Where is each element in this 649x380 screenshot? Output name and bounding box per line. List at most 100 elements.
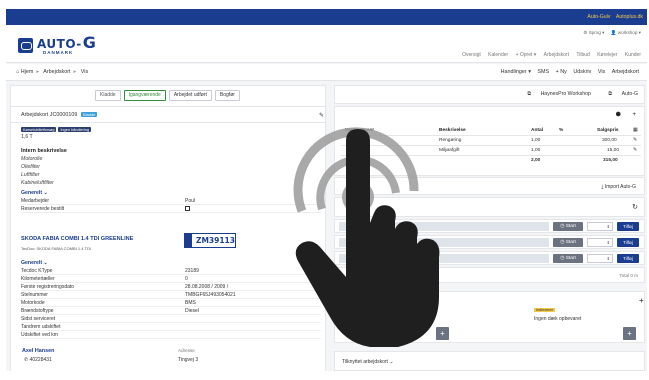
task-input[interactable] (339, 222, 549, 231)
nav-item[interactable]: Kalender (488, 52, 508, 58)
field-value: 23189 (185, 268, 199, 274)
field-row: Sidst serviceret (21, 316, 321, 323)
intern-line: Oliefilter (21, 164, 41, 170)
field-label: Tecdoc KType (21, 268, 53, 274)
license-plate: ZM39113 (184, 233, 236, 248)
add-button[interactable]: Tilføj (617, 222, 639, 231)
nav-item[interactable]: Oversigt (462, 52, 481, 58)
add-message-button[interactable]: + (436, 327, 449, 340)
clock-icon: ◷ (560, 240, 565, 245)
label-tag: Ingen håndtering (58, 127, 91, 132)
eu-flag-icon (185, 234, 192, 247)
intern-line: Luftfilter (21, 172, 40, 178)
status-in-progress[interactable]: Igangværende (123, 90, 166, 101)
nav-item[interactable]: Kørelejer (597, 52, 617, 58)
field-row: Tecdoc KType 23189 (21, 268, 321, 275)
top-link[interactable]: Auto-Gulv (587, 14, 610, 20)
minutes-stepper[interactable]: ⇕ (587, 238, 613, 247)
task-input[interactable] (339, 238, 549, 247)
language-menu[interactable]: ⚙ Sprog ▾ (583, 30, 604, 35)
tasks-header: ↻ (334, 197, 645, 217)
add-tyres-button[interactable]: + (623, 327, 636, 340)
crumb-home[interactable]: Hjem (21, 69, 34, 75)
phone-number: 40228431 (29, 357, 52, 363)
general-toggle[interactable]: Generelt ⌄ (21, 190, 48, 196)
start-label: Start (565, 256, 576, 261)
jobcard-panel: Kladde Igangværende Arbejdet udført Bogf… (10, 85, 326, 371)
add-message-icon[interactable]: + (639, 296, 644, 305)
brand-name: AUTO- (37, 36, 82, 51)
field-value: BMS (185, 300, 196, 306)
autog-button[interactable]: ⧉ Auto-G (600, 91, 638, 97)
external-link-icon: ⧉ (527, 91, 532, 97)
nav-item[interactable]: + Opret ▾ (516, 52, 537, 58)
field-row: Reserverede bestilt (21, 206, 321, 213)
field-label: Medarbejder (21, 198, 50, 204)
reserved-checkbox[interactable] (185, 206, 190, 213)
actions-menu[interactable]: Handlinger ▾ (501, 69, 531, 75)
field-value: 0 (185, 276, 188, 282)
address-value: Tingvej 3 (178, 357, 199, 363)
customer-name[interactable]: Axel Hansen (22, 348, 54, 354)
refresh-icon[interactable]: ↻ (632, 203, 638, 211)
start-button[interactable]: ◷ Start (553, 238, 583, 247)
brand-logo[interactable]: AUTO-G DANMARK (18, 34, 96, 56)
attached-toggle[interactable]: Tilknyttet arbejdskort ⌄ (342, 359, 394, 365)
field-row: Medarbejder Poul (21, 198, 321, 205)
start-button[interactable]: ◷ Start (553, 222, 583, 231)
plate-number: ZM39113 (196, 236, 235, 245)
add-button[interactable]: Tilføj (617, 254, 639, 263)
field-label: Kilometertæller (21, 276, 55, 282)
nav-item[interactable]: Tilbud (576, 52, 589, 58)
integration-bar: ⧉ HaynesPro Workshop ⧉ Auto-G (334, 85, 645, 104)
card-title-text: Arbejdskort JC0000109 (21, 112, 78, 118)
pencil-icon[interactable]: ✎ (633, 138, 637, 143)
messages-empty: Ingen meddelelser (342, 316, 384, 322)
breadcrumb-bar: ⌂ Hjem ▸ Arbejdskort ▸ Vis Handlinger ▾ SM… (6, 64, 647, 81)
minutes-stepper[interactable]: ⇕ (587, 254, 613, 263)
total-price: 315,00 (603, 158, 618, 163)
customer-phone[interactable]: ✆ 40228431 (24, 357, 52, 363)
import-label: Import Auto-G (604, 184, 636, 190)
car-subtitle: TecDoc: SKODA FABIA COMBI 1.4 TDI (21, 246, 91, 251)
haynespro-label: HaynesPro Workshop (540, 91, 591, 97)
status-post[interactable]: Bogfør (214, 90, 240, 101)
delivered-badge: Indleveret (534, 308, 555, 312)
tyres-empty: Ingen dæk opbevaret (534, 316, 582, 322)
account-menu[interactable]: 👤 workshop ▾ (611, 30, 641, 35)
status-done[interactable]: Arbejdet udført (168, 90, 212, 101)
add-button[interactable]: Tilføj (617, 238, 639, 247)
nav-item[interactable]: Kunder (625, 52, 641, 58)
status-draft[interactable]: Kladde (95, 90, 121, 101)
start-label: Start (565, 240, 576, 245)
cell-num: ENV (355, 148, 365, 153)
table-icon[interactable]: ▦ (633, 127, 638, 133)
header: AUTO-G DANMARK ⚙ Sprog ▾ 👤 workshop ▾ Ov… (6, 25, 647, 63)
field-label: Tandrem udskiftet (21, 324, 61, 330)
new-button[interactable]: + Ny (556, 69, 567, 75)
haynespro-button[interactable]: ⧉ HaynesPro Workshop (519, 91, 591, 97)
field-value: TMBGF65J493054021 (185, 292, 236, 298)
sms-button[interactable]: SMS (537, 69, 549, 75)
view-button[interactable]: Vis (598, 69, 605, 75)
app-screen: Auto-Gulv Autoplus.dk AUTO-G DANMARK ⚙ S… (6, 9, 647, 371)
field-label: Motorkode (21, 300, 45, 306)
pencil-icon[interactable]: ✎ (633, 148, 637, 153)
top-link[interactable]: Autoplus.dk (616, 14, 643, 20)
add-line-icon[interactable]: + (632, 112, 636, 118)
tag-icon[interactable]: ⬢ (616, 112, 621, 118)
general-toggle[interactable]: Generelt ⌄ (21, 260, 48, 266)
print-button[interactable]: Udskriv (573, 69, 591, 75)
nav-item[interactable]: Arbejdskort (544, 52, 569, 58)
start-button[interactable]: ◷ Start (553, 254, 583, 263)
import-button[interactable]: ⤓ Import Auto-G (601, 184, 636, 190)
task-input[interactable] (339, 254, 549, 263)
pencil-icon[interactable]: ✎ (319, 112, 324, 119)
field-row: Motorkode BMS (21, 300, 321, 307)
field-row: Kilometertæller 0 (21, 276, 321, 283)
jobcard-button[interactable]: Arbejdskort (612, 69, 639, 75)
field-row: Stelnummer TMBGF65J493054021 (21, 292, 321, 299)
label-tags: Kørselsbilletforsøg Ingen håndtering (21, 127, 91, 132)
crumb-section[interactable]: Arbejdskort (43, 69, 70, 75)
minutes-stepper[interactable]: ⇕ (587, 222, 613, 231)
